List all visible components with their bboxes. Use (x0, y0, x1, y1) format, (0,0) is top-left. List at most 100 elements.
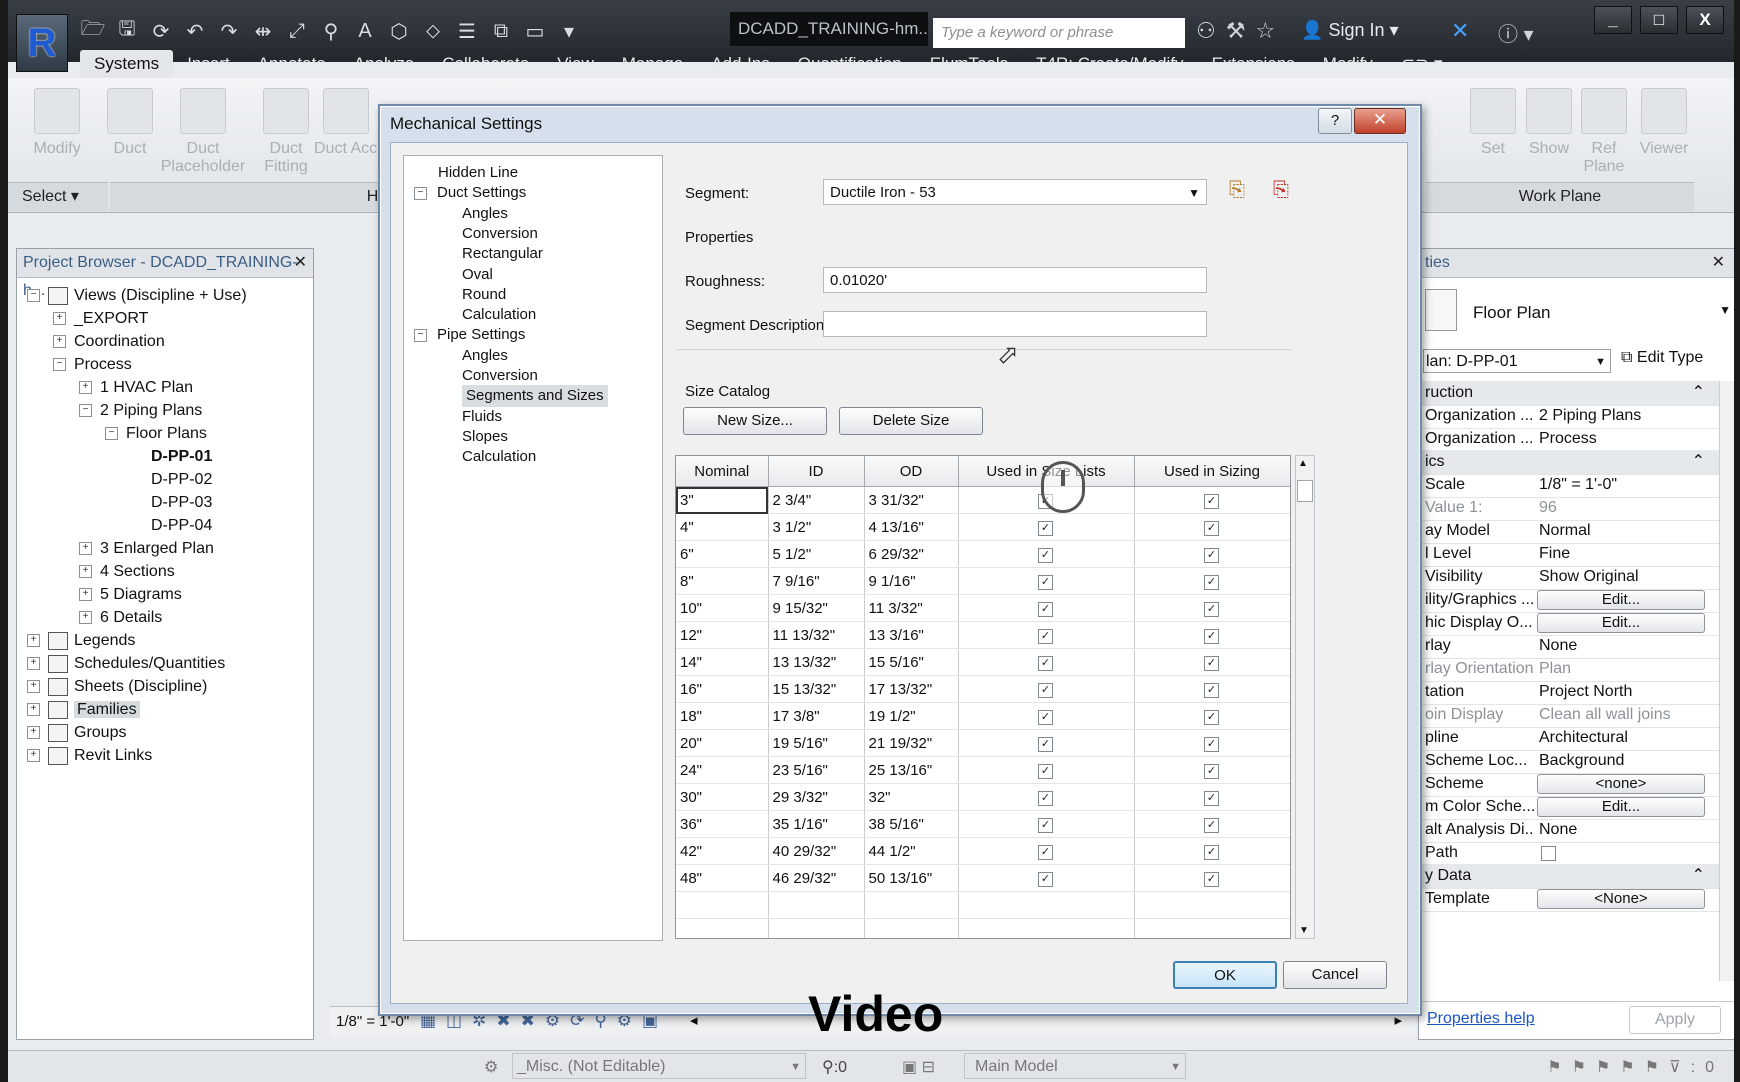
new-segment-icon[interactable]: ⎘ (1229, 179, 1245, 202)
property-row[interactable]: hic Display O... Edit... (1419, 611, 1719, 636)
redo-icon[interactable]: ↷ (216, 18, 242, 44)
duct-fitting-tool[interactable]: Duct Fitting (258, 88, 314, 176)
table-vertical-scrollbar[interactable]: ▲ ▼ (1295, 455, 1315, 939)
used-in-size-lists-checkbox[interactable]: ✓ (1038, 548, 1053, 563)
expand-icon[interactable]: + (27, 703, 40, 717)
used-in-sizing-checkbox[interactable]: ✓ (1204, 764, 1219, 779)
od-cell[interactable]: 4 13/16" (864, 513, 959, 541)
close-icon[interactable]: ✕ (294, 249, 307, 277)
used-in-size-lists-checkbox[interactable]: ✓ (1038, 791, 1053, 806)
expand-icon[interactable]: + (27, 726, 40, 740)
segment-description-input[interactable] (823, 311, 1207, 337)
expand-icon[interactable]: + (27, 657, 40, 671)
table-row[interactable]: 14" 13 13/32" 15 5/16" ✓ ✓ (676, 648, 1290, 676)
table-row[interactable]: 48" 46 29/32" 50 13/16" ✓ ✓ (676, 864, 1290, 892)
table-row[interactable]: 42" 40 29/32" 44 1/2" ✓ ✓ (676, 837, 1290, 865)
expand-icon[interactable]: + (27, 749, 40, 763)
used-in-size-lists-checkbox[interactable]: ✓ (1038, 521, 1053, 536)
settings-tree-item[interactable]: Conversion (462, 223, 538, 245)
tree-item[interactable]: +5 Diagrams (79, 584, 182, 606)
od-cell[interactable]: 21 19/32" (864, 729, 959, 757)
property-value[interactable]: 96 (1539, 496, 1711, 520)
properties-help-link[interactable]: Properties help (1427, 1010, 1535, 1028)
used-in-size-lists-checkbox[interactable]: ✓ (1038, 737, 1053, 752)
subscription-icon[interactable]: ⚒ (1226, 18, 1246, 44)
collapse-icon[interactable]: − (53, 358, 66, 372)
new-size-button[interactable]: New Size... (683, 407, 827, 435)
id-cell[interactable]: 5 1/2" (768, 540, 865, 568)
used-in-size-lists-checkbox[interactable]: ✓ (1038, 629, 1053, 644)
help-icon[interactable]: ⓘ ▾ (1498, 18, 1534, 47)
od-cell[interactable]: 15 5/16" (864, 648, 959, 676)
used-in-size-lists-checkbox[interactable]: ✓ (1038, 683, 1053, 698)
viewer-tool[interactable]: Viewer (1632, 88, 1696, 158)
tree-item[interactable]: − Views (Discipline + Use) (27, 285, 247, 307)
collapse-icon[interactable]: − (414, 328, 427, 342)
measure-icon[interactable]: ⇹ (250, 18, 276, 44)
used-in-sizing-checkbox[interactable]: ✓ (1204, 818, 1219, 833)
id-cell[interactable]: 17 3/8" (768, 702, 865, 730)
maximize-button[interactable]: □ (1640, 6, 1678, 34)
scroll-thumb[interactable] (1297, 480, 1313, 502)
id-cell[interactable]: 11 13/32" (768, 621, 865, 649)
column-header[interactable]: Used in Sizing (1134, 456, 1290, 487)
table-row[interactable]: 30" 29 3/32" 32" ✓ ✓ (676, 783, 1290, 811)
property-edit-button[interactable]: <None> (1537, 889, 1705, 909)
id-cell[interactable]: 46 29/32" (768, 864, 865, 892)
property-value[interactable]: Fine (1539, 542, 1711, 566)
expand-icon[interactable]: + (27, 680, 40, 694)
settings-tree-item[interactable]: − Duct Settings (414, 182, 526, 204)
tree-item[interactable]: + Groups (27, 722, 126, 744)
settings-tree-item[interactable]: Conversion (462, 365, 538, 387)
ok-button[interactable]: OK (1173, 961, 1277, 989)
tree-item[interactable]: + _EXPORT (53, 308, 148, 330)
property-edit-button[interactable]: Edit... (1537, 590, 1705, 610)
property-value[interactable]: Background (1539, 749, 1711, 773)
settings-tree-item[interactable]: Rectangular (462, 243, 543, 265)
tab-add-ins[interactable]: Add-Ins (697, 50, 784, 78)
collapse-icon[interactable]: − (27, 289, 40, 303)
od-cell[interactable]: 3 31/32" (864, 486, 959, 514)
used-in-sizing-checkbox[interactable]: ✓ (1204, 710, 1219, 725)
favorites-star-icon[interactable]: ☆ (1255, 18, 1275, 44)
tree-item[interactable]: − Process (53, 354, 132, 376)
used-in-sizing-checkbox[interactable]: ✓ (1204, 494, 1219, 509)
used-in-sizing-checkbox[interactable]: ✓ (1204, 872, 1219, 887)
property-row[interactable]: Scale 1/8" = 1'-0" (1419, 473, 1719, 498)
workset-selector[interactable]: _Misc. (Not Editable) ▼ (512, 1053, 806, 1079)
nominal-cell[interactable]: 4" (676, 513, 769, 541)
settings-tree-item[interactable]: Angles (462, 203, 508, 225)
tab-analyze[interactable]: Analyze (340, 50, 428, 78)
tree-item[interactable]: + Revit Links (27, 745, 152, 767)
thin-lines-icon[interactable]: ☰ (454, 18, 480, 44)
settings-tree-item[interactable]: Fluids (462, 406, 502, 428)
modify-tool[interactable]: Modify (22, 88, 92, 158)
property-row[interactable]: Organization ... Process (1419, 427, 1719, 452)
expand-icon[interactable]: + (79, 611, 92, 625)
used-in-sizing-checkbox[interactable]: ✓ (1204, 656, 1219, 671)
property-edit-button[interactable]: <none> (1537, 774, 1705, 794)
collapse-group-icon[interactable]: ⌃ (1692, 864, 1705, 888)
apply-button[interactable]: Apply (1629, 1006, 1721, 1034)
settings-tree-item[interactable]: Calculation (462, 446, 536, 468)
property-value[interactable]: Normal (1539, 519, 1711, 543)
tree-item[interactable]: D-PP-03 (131, 492, 212, 514)
used-in-size-lists-checkbox[interactable]: ✓ (1038, 764, 1053, 779)
nominal-cell[interactable]: 42" (676, 837, 769, 865)
property-row[interactable]: Path (1419, 841, 1719, 866)
nominal-cell[interactable]: 30" (676, 783, 769, 811)
design-option-selector[interactable]: Main Model ▼ (964, 1053, 1186, 1079)
used-in-size-lists-checkbox[interactable]: ✓ (1038, 602, 1053, 617)
tab-collaborate[interactable]: Collaborate (428, 50, 543, 78)
expand-icon[interactable]: + (27, 634, 40, 648)
nominal-cell[interactable]: 10" (676, 594, 769, 622)
column-header[interactable]: OD (864, 456, 959, 487)
property-row[interactable]: ility/Graphics ... Edit... (1419, 588, 1719, 613)
property-value[interactable]: Clean all wall joins (1539, 703, 1711, 727)
table-row[interactable]: 3"2 3/4"3 31/32"✓✓ (676, 486, 1290, 514)
scroll-up-icon[interactable]: ▲ (1298, 458, 1308, 469)
property-value[interactable]: Plan (1539, 657, 1711, 681)
id-cell[interactable]: 40 29/32" (768, 837, 865, 865)
used-in-sizing-checkbox[interactable]: ✓ (1204, 737, 1219, 752)
nominal-cell[interactable]: 18" (676, 702, 769, 730)
